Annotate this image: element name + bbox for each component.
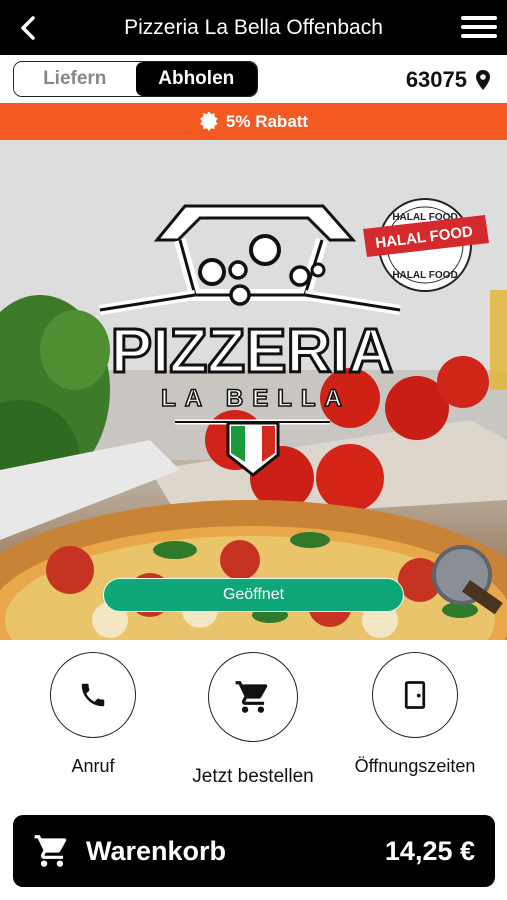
promo-text: 5% Rabatt <box>225 111 309 131</box>
logo-title: PIZZERIA <box>111 317 393 386</box>
call-label: Anruf <box>71 756 115 776</box>
mode-option-abholen[interactable]: Abholen <box>135 62 257 96</box>
cart-bar[interactable]: Warenkorb 14,25 € <box>13 815 495 887</box>
door-icon <box>404 681 426 709</box>
hero-illustration: PIZZERIA LA BELLA HALAL FOOD HALAL FOOD … <box>0 140 507 640</box>
halal-seal-bottom: HALAL FOOD <box>392 270 457 281</box>
hamburger-menu-icon[interactable] <box>461 13 497 43</box>
map-pin-icon <box>476 70 490 90</box>
order-mode-bar: Liefern Abholen 63075 <box>0 55 507 103</box>
opening-hours-circle[interactable] <box>372 652 458 738</box>
shopping-cart-icon <box>34 835 67 867</box>
app-header: Pizzeria La Bella Offenbach <box>0 0 507 55</box>
shopping-cart-icon <box>235 681 268 713</box>
phone-icon <box>81 683 105 707</box>
hero-image: PIZZERIA LA BELLA HALAL FOOD HALAL FOOD … <box>0 140 507 640</box>
opening-hours-label: Öffnungszeiten <box>354 756 476 776</box>
cart-total: 14,25 € <box>384 835 475 866</box>
badge-icon <box>200 111 218 131</box>
open-status-badge[interactable]: Geöffnet <box>103 578 404 612</box>
delivery-mode-toggle: Liefern Abholen <box>13 61 258 97</box>
quick-actions: Anruf Jetzt bestellen Öffnungszeiten <box>0 640 507 810</box>
opening-hours-button[interactable]: Öffnungszeiten <box>350 652 480 777</box>
order-now-button[interactable]: Jetzt bestellen <box>178 652 328 788</box>
page-title: Pizzeria La Bella Offenbach <box>124 16 383 39</box>
order-now-circle[interactable] <box>208 652 298 742</box>
location-selector[interactable]: 63075 <box>406 65 491 95</box>
zip-code: 63075 <box>405 67 467 92</box>
call-button[interactable]: Anruf <box>50 652 136 777</box>
order-now-label: Jetzt bestellen <box>192 766 314 787</box>
call-button-circle[interactable] <box>50 652 136 738</box>
promo-banner[interactable]: 5% Rabatt <box>0 103 507 140</box>
cart-label: Warenkorb <box>86 835 227 866</box>
cart-bar-icon <box>33 832 71 870</box>
mode-option-liefern[interactable]: Liefern <box>14 62 136 96</box>
logo-subtitle: LA BELLA <box>161 385 351 412</box>
